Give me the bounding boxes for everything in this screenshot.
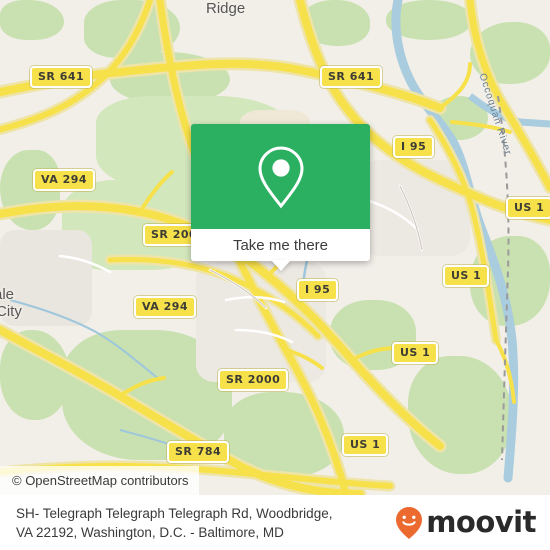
road-shield: VA 294 <box>33 169 96 191</box>
map-canvas[interactable]: Ridge ale City Occoquan River SR 641 SR … <box>0 0 550 495</box>
moovit-pin-smile-icon <box>396 506 423 539</box>
road-shield: VA 294 <box>134 296 197 318</box>
location-callout-card[interactable]: Take me there <box>191 124 370 271</box>
moovit-wordmark: moovit <box>426 505 536 539</box>
road-shield: US 1 <box>392 342 439 364</box>
place-label: Ridge <box>206 0 246 17</box>
take-me-there-button[interactable]: Take me there <box>191 229 370 261</box>
road-shield: US 1 <box>443 265 490 287</box>
road-shield: US 1 <box>506 197 550 219</box>
road-shield: I 95 <box>393 136 435 158</box>
address-line-2: VA 22192, Washington, D.C. - Baltimore, … <box>16 524 284 540</box>
callout-pointer-tail <box>271 260 291 271</box>
road-shield: SR 641 <box>320 66 383 88</box>
road-shield: US 1 <box>342 434 389 456</box>
place-label: City <box>0 303 22 320</box>
take-me-there-label: Take me there <box>232 236 329 254</box>
moovit-logo[interactable]: moovit <box>394 506 536 540</box>
map-pin-icon <box>257 145 304 208</box>
road-shield: I 95 <box>297 279 339 301</box>
address-block: SH- Telegraph Telegraph Telegraph Rd, Wo… <box>16 504 332 542</box>
address-line-1: SH- Telegraph Telegraph Telegraph Rd, Wo… <box>16 505 333 521</box>
map-screenshot-root: Ridge ale City Occoquan River SR 641 SR … <box>0 0 550 550</box>
footer-bar: SH- Telegraph Telegraph Telegraph Rd, Wo… <box>0 495 550 550</box>
map-attribution[interactable]: © OpenStreetMap contributors <box>0 466 199 495</box>
place-label: ale <box>0 286 15 303</box>
callout-icon-panel <box>191 124 370 229</box>
road-shield: SR 784 <box>167 441 230 463</box>
road-shield: SR 2000 <box>218 369 289 391</box>
road-shield: SR 641 <box>30 66 93 88</box>
map-attribution-text: © OpenStreetMap contributors <box>12 473 189 488</box>
